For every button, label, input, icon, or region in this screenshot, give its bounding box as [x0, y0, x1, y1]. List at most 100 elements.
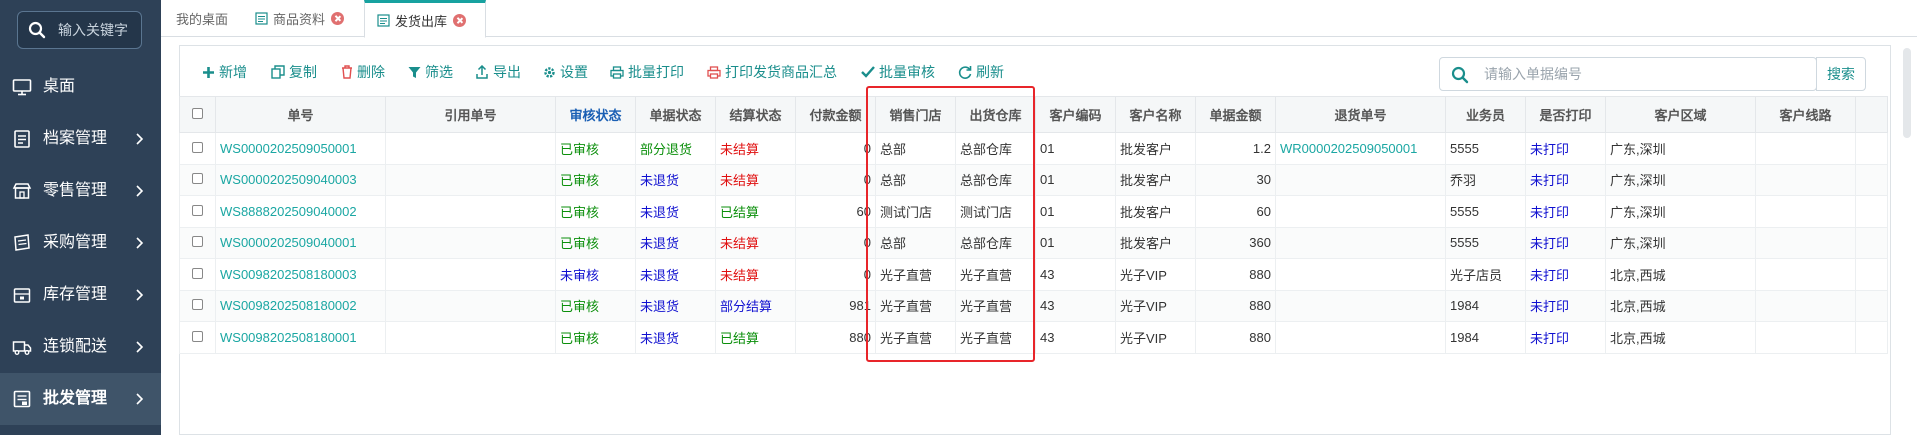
table-cell[interactable]: [1275, 226, 1446, 259]
export-icon: [476, 65, 488, 79]
sidebar-item-label: 零售管理: [43, 182, 108, 199]
table-cell[interactable]: [1275, 195, 1446, 228]
table-cell[interactable]: [1275, 163, 1446, 196]
table-cell: 0: [795, 132, 876, 165]
refresh-button-label: 刷新: [976, 64, 1004, 80]
column-header[interactable]: 退货单号: [1275, 96, 1446, 133]
table-cell: 总部: [875, 163, 956, 196]
delete-button[interactable]: 删除: [341, 62, 385, 82]
table-cell[interactable]: WS0098202508180001: [215, 321, 386, 354]
column-header[interactable]: 客户线路: [1755, 96, 1856, 133]
table-row[interactable]: WS0000202509040003 已审核 未退货 未结算 0 总部 总部仓库 01 批发客户…: [179, 163, 1888, 196]
column-header[interactable]: 单号: [215, 96, 386, 133]
column-header[interactable]: 是否打印: [1525, 96, 1606, 133]
row-select-cell[interactable]: [179, 195, 216, 228]
check-icon: [861, 66, 875, 78]
close-icon[interactable]: [453, 13, 467, 27]
table-row[interactable]: WS0098202508180001 已审核 未退货 已结算 880 光子直营 光子直营 43…: [179, 321, 1888, 354]
row-select-cell[interactable]: [179, 289, 216, 322]
table-cell: 未退货: [635, 289, 716, 322]
row-select-cell[interactable]: [179, 321, 216, 354]
table-cell[interactable]: WS0000202509050001: [215, 132, 386, 165]
document-search-input[interactable]: [1484, 64, 1724, 84]
column-header[interactable]: 审核状态: [555, 96, 636, 133]
sidebar-search[interactable]: 输入关键字: [17, 11, 142, 49]
filter-button[interactable]: 筛选: [408, 62, 453, 82]
row-select-cell[interactable]: [179, 132, 216, 165]
row-checkbox[interactable]: [192, 267, 203, 279]
print-summary-button[interactable]: 打印发货商品汇总: [707, 62, 837, 82]
table-cell[interactable]: WS0000202509040003: [215, 163, 386, 196]
refresh-button[interactable]: 刷新: [958, 62, 1004, 82]
printer-icon: [610, 65, 624, 79]
row-checkbox[interactable]: [192, 173, 203, 185]
search-button[interactable]: 搜索: [1816, 57, 1866, 91]
sidebar-item-archive[interactable]: 档案管理: [0, 113, 161, 165]
sidebar-item-purchase[interactable]: 采购管理: [0, 217, 161, 269]
column-header[interactable]: 销售门店: [875, 96, 956, 133]
table-cell: 批发客户: [1115, 132, 1196, 165]
table-cell: 0: [795, 258, 876, 291]
sidebar-item-wholesale[interactable]: 批发管理: [0, 373, 161, 425]
table-cell[interactable]: [1275, 289, 1446, 322]
column-header[interactable]: 业务员: [1445, 96, 1526, 133]
row-checkbox[interactable]: [192, 299, 203, 311]
settings-button[interactable]: 设置: [543, 62, 588, 82]
row-checkbox[interactable]: [192, 330, 203, 342]
close-icon[interactable]: [331, 12, 345, 25]
sidebar-item-label: 批发管理: [43, 390, 108, 407]
copy-button[interactable]: 复制: [271, 62, 317, 82]
column-header[interactable]: 引用单号: [385, 96, 556, 133]
column-header[interactable]: 客户区域: [1605, 96, 1756, 133]
export-button[interactable]: 导出: [475, 62, 521, 82]
sidebar-item-retail[interactable]: 零售管理: [0, 165, 161, 217]
table-row[interactable]: WS8888202509040002 已审核 未退货 已结算 60 测试门店 测试门店 01 批…: [179, 195, 1888, 228]
row-checkbox[interactable]: [192, 204, 203, 216]
column-header[interactable]: 客户名称: [1115, 96, 1196, 133]
select-all-checkbox[interactable]: [192, 108, 203, 119]
table-cell[interactable]: WR0000202509050001: [1275, 132, 1446, 165]
select-all-cell[interactable]: [179, 96, 216, 133]
sidebar-item-desktop[interactable]: 桌面: [0, 61, 161, 113]
sidebar-item-label: 档案管理: [43, 130, 108, 147]
table-row[interactable]: WS0098202508180003 未审核 未退货 未结算 0 光子直营 光子直营 43 光子…: [179, 258, 1888, 291]
table-cell[interactable]: WS8888202509040002: [215, 195, 386, 228]
row-select-cell[interactable]: [179, 258, 216, 291]
batch-print-button[interactable]: 批量打印: [610, 62, 684, 82]
column-header[interactable]: 单据状态: [635, 96, 716, 133]
sidebar-item-inventory[interactable]: 库存管理: [0, 269, 161, 321]
batch-review-button[interactable]: 批量审核: [861, 62, 935, 82]
sidebar-item-chain-delivery[interactable]: 连锁配送: [0, 321, 161, 373]
add-button[interactable]: 新增: [202, 62, 247, 82]
column-header[interactable]: 客户编码: [1035, 96, 1116, 133]
table-cell: 广东,深圳: [1605, 226, 1756, 259]
table-row[interactable]: WS0098202508180002 已审核 未退货 部分结算 981 光子直营 光子直营 4…: [179, 289, 1888, 322]
table-cell[interactable]: [1275, 321, 1446, 354]
batch-print-button-label: 批量打印: [628, 64, 684, 80]
table-row[interactable]: WS0000202509040001 已审核 未退货 未结算 0 总部 总部仓库 01 批发客户…: [179, 226, 1888, 259]
document-search-box[interactable]: [1439, 57, 1817, 91]
column-header[interactable]: 付款金额: [795, 96, 876, 133]
toolbar: 新增 复制 删除 筛选 导出 设置 批量打印 打印发货商品汇总 批量审核 刷新 …: [180, 46, 1890, 98]
column-header[interactable]: 结算状态: [715, 96, 796, 133]
vertical-scrollbar[interactable]: [1903, 48, 1911, 138]
table-cell: 360: [1195, 226, 1276, 259]
purchase-icon: [14, 234, 30, 251]
column-header[interactable]: 出货仓库: [955, 96, 1036, 133]
row-checkbox[interactable]: [192, 141, 203, 153]
tab-product-info[interactable]: 商品资料: [255, 0, 345, 37]
row-select-cell[interactable]: [179, 226, 216, 259]
table-cell[interactable]: WS0000202509040001: [215, 226, 386, 259]
chevron-right-icon: [136, 289, 144, 301]
filter-icon: [408, 66, 421, 78]
table-cell[interactable]: [1275, 258, 1446, 291]
tab-my-desktop[interactable]: 我的桌面: [176, 0, 228, 37]
column-header[interactable]: 单据金额: [1195, 96, 1276, 133]
row-checkbox[interactable]: [192, 236, 203, 248]
row-select-cell[interactable]: [179, 163, 216, 196]
table-cell[interactable]: WS0098202508180003: [215, 258, 386, 291]
tab-shipment-out[interactable]: 发货出库: [364, 0, 486, 38]
table-cell-spacer: [1855, 258, 1888, 291]
table-row[interactable]: WS0000202509050001 已审核 部分退货 未结算 0 总部 总部仓库 01 批发客…: [179, 132, 1888, 165]
table-cell[interactable]: WS0098202508180002: [215, 289, 386, 322]
